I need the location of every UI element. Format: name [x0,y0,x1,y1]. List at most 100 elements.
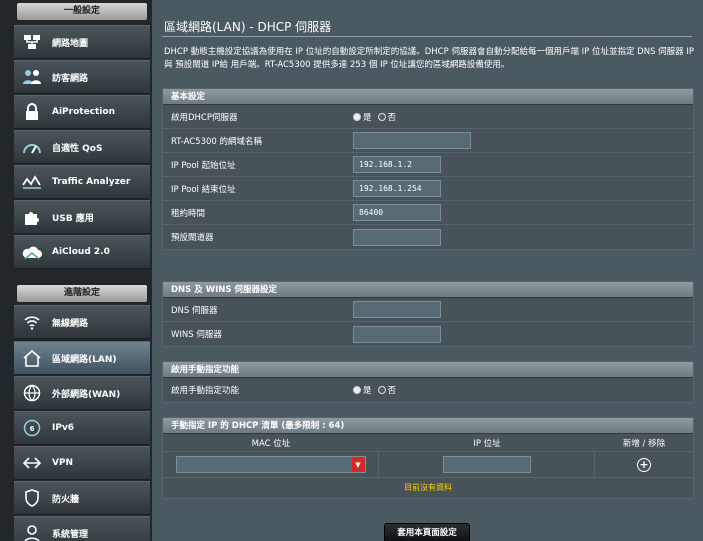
default-gateway-input[interactable] [353,228,441,246]
sidebar-item-firewall[interactable]: 防火牆 [14,481,150,515]
enable-dhcp-yes-radio[interactable]: 是 [353,111,372,123]
usb-puzzle-icon [22,207,42,227]
add-entry-icon[interactable]: + [637,457,651,472]
manual-dhcp-list-panel: 手動指定 IP 的 DHCP 清單 (最多限制 : 64) MAC 位址 IP … [162,417,694,499]
manual-assignment-yes-radio[interactable]: 是 [353,384,372,396]
sidebar: 一般設定 網路地圖 訪客網路 AiProtection 自適性 QoS Traf… [0,0,152,541]
sidebar-item-aicloud[interactable]: AiCloud 2.0 [14,235,150,269]
pool-end-label: IP Pool 結束位址 [171,184,236,195]
sidebar-item-label: AiProtection [52,107,115,117]
cloud-icon [22,242,42,262]
enable-dhcp-no-radio[interactable]: 否 [377,111,397,123]
domain-name-input[interactable] [353,132,471,149]
default-gateway-label: 預設閘道器 [171,233,214,243]
dns-server-label: DNS 伺服器 [171,305,218,316]
list-column-headers: MAC 位址 IP 位址 新增 / 移除 [163,434,693,452]
radio-yes-label: 是 [363,386,372,396]
wins-server-input[interactable] [353,325,441,343]
page-title: 區域網路(LAN) - DHCP 伺服器 [164,20,332,34]
wins-server-row: WINS 伺服器 [163,322,693,346]
page-description: DHCP 動態主機設定協議為使用在 IP 位址的自動設定所制定的協議。DHCP … [164,47,695,70]
column-header-ip: IP 位址 [473,438,501,449]
wireless-icon [22,312,42,332]
dns-wins-panel: DNS 及 WINS 伺服器設定 DNS 伺服器 WINS 伺服器 [162,281,694,347]
apply-button[interactable]: 套用本頁面設定 [384,523,470,541]
basic-settings-header: 基本設定 [163,89,693,105]
sidebar-item-vpn[interactable]: VPN [14,446,150,480]
traffic-analyzer-icon [22,172,42,192]
sidebar-item-lan[interactable]: 區域網路(LAN) [14,341,150,375]
globe-icon [22,383,42,403]
lease-time-row: 租約時間 86400 [163,201,693,225]
sidebar-item-usb[interactable]: USB 應用 [14,200,150,234]
sidebar-item-aiprotection[interactable]: AiProtection [14,95,150,129]
guest-network-icon [22,67,42,87]
manual-dhcp-list-header: 手動指定 IP 的 DHCP 清單 (最多限制 : 64) [163,418,693,434]
sidebar-item-label: USB 應用 [52,213,94,224]
router-admin-page: 一般設定 網路地圖 訪客網路 AiProtection 自適性 QoS Traf… [0,0,703,541]
sidebar-item-wireless[interactable]: 無線網路 [14,305,150,339]
enable-dhcp-row: 啟用DHCP伺服器 是 否 [163,105,693,129]
column-header-mac: MAC 位址 [251,438,291,449]
sidebar-item-label: 網路地圖 [52,38,89,49]
manual-assignment-header: 啟用手動指定功能 [163,362,693,378]
manual-assignment-no-radio[interactable]: 否 [377,384,397,396]
dns-wins-header: DNS 及 WINS 伺服器設定 [163,282,693,298]
radio-yes-label: 是 [363,112,372,123]
sidebar-item-guest-network[interactable]: 訪客網路 [14,60,150,94]
radio-no-label: 否 [387,386,397,396]
sidebar-item-label: 區域網路(LAN) [52,354,117,365]
sidebar-item-label: IPv6 [52,423,75,433]
wins-server-label: WINS 伺服器 [171,330,222,340]
sidebar-item-ipv6[interactable]: 6 IPv6 [14,411,150,445]
sidebar-item-label: 防火牆 [52,494,80,505]
sidebar-item-network-map[interactable]: 網路地圖 [14,25,150,59]
dns-server-input[interactable] [353,301,441,318]
speedometer-icon [22,137,42,157]
pool-start-input[interactable]: 192.168.1.2 [353,156,441,173]
enable-dhcp-label: 啟用DHCP伺服器 [171,112,238,123]
home-icon [22,348,42,368]
manual-assignment-label: 啟用手動指定功能 [171,386,240,396]
sidebar-item-administration[interactable]: 系統管理 [14,516,150,541]
sidebar-item-wan[interactable]: 外部網路(WAN) [14,376,150,410]
network-map-icon [22,32,42,52]
sidebar-item-label: 無線網路 [52,318,89,329]
radio-no-label: 否 [387,112,397,123]
shield-icon [22,488,42,508]
radio-unselected-icon [377,386,386,394]
sidebar-item-label: 系統管理 [52,529,89,540]
sidebar-item-label: Traffic Analyzer [52,177,131,187]
sidebar-item-label: AiCloud 2.0 [52,247,110,257]
domain-name-label: RT-AC5300 的網域名稱 [171,136,263,147]
column-header-action: 新增 / 移除 [622,438,666,449]
radio-selected-icon [353,112,361,121]
advanced-settings-header: 進階設定 [17,285,147,302]
lease-time-input[interactable]: 86400 [353,204,441,221]
manual-assignment-row: 啟用手動指定功能 是 否 [163,378,693,402]
svg-text:6: 6 [30,425,35,433]
pool-end-input[interactable]: 192.168.1.254 [353,180,441,197]
sidebar-item-label: 自適性 QoS [52,143,103,154]
radio-unselected-icon [377,112,386,121]
sidebar-item-adaptive-qos[interactable]: 自適性 QoS [14,130,150,164]
main-content: 區域網路(LAN) - DHCP 伺服器 DHCP 動態主機設定協議為使用在 I… [152,0,703,541]
lock-icon [22,102,42,122]
dropdown-arrow-icon: ▼ [351,457,365,472]
sidebar-item-traffic-analyzer[interactable]: Traffic Analyzer [14,165,150,199]
pool-start-row: IP Pool 起始位址 192.168.1.2 [163,153,693,177]
domain-name-row: RT-AC5300 的網域名稱 [163,129,693,153]
mac-address-select[interactable]: ▼ [175,456,366,473]
title-divider [162,36,692,37]
pool-end-row: IP Pool 結束位址 192.168.1.254 [163,177,693,201]
dns-server-row: DNS 伺服器 [163,298,693,322]
empty-list-message: 目前沒有資料 [163,478,693,498]
general-settings-header: 一般設定 [17,3,147,20]
lease-time-label: 租約時間 [171,208,206,219]
pool-start-label: IP Pool 起始位址 [171,160,236,171]
basic-settings-panel: 基本設定 啟用DHCP伺服器 是 否 RT-AC5300 的網域名稱 IP Po… [162,88,694,250]
sidebar-item-label: 外部網路(WAN) [52,389,121,400]
ip-address-input[interactable] [442,456,531,473]
list-input-row: ▼ + [163,452,693,478]
sidebar-item-label: 訪客網路 [52,73,89,84]
